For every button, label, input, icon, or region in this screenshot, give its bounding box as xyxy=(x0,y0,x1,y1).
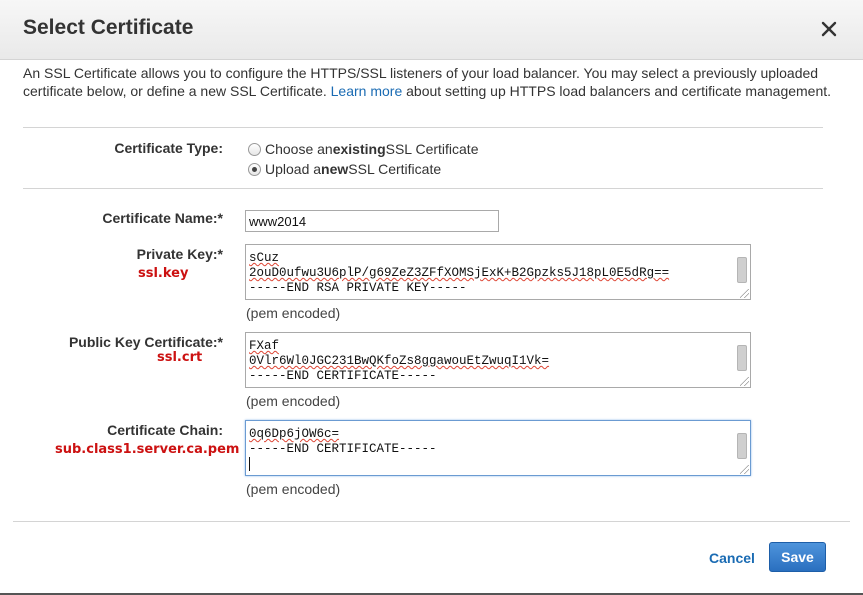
private-key-label: Private Key:* xyxy=(136,246,223,262)
certificate-chain-label: Certificate Chain: xyxy=(107,422,223,438)
public-key-certificate-note: ssl.crt xyxy=(157,350,203,365)
radio-new-bold: new xyxy=(321,161,349,177)
dialog-title: Select Certificate xyxy=(23,16,194,39)
public-key-certificate-label: Public Key Certificate:* xyxy=(68,334,223,350)
resize-handle-icon[interactable] xyxy=(740,289,749,298)
learn-more-link[interactable]: Learn more xyxy=(331,83,403,99)
resize-handle-icon[interactable] xyxy=(740,377,749,386)
text-line: 0q6Dp6jOW6c= xyxy=(249,427,340,441)
scrollbar-thumb[interactable] xyxy=(737,345,747,371)
text-line: FXaf xyxy=(249,339,280,353)
certificate-name-label: Certificate Name:* xyxy=(102,210,223,226)
text-line: -----END CERTIFICATE----- xyxy=(249,369,437,383)
text-line: -----END RSA PRIVATE KEY----- xyxy=(249,281,467,295)
text-line: 0Vlr6Wl0JGC231BwQKfoZs8ggawouEtZwuqI1Vk= xyxy=(249,354,550,368)
divider xyxy=(23,127,823,128)
radio-existing-certificate[interactable]: Choose an existing SSL Certificate xyxy=(248,141,478,157)
public-key-certificate-textarea[interactable]: FXaf 0Vlr6Wl0JGC231BwQKfoZs8ggawouEtZwuq… xyxy=(245,332,751,388)
resize-handle-icon[interactable] xyxy=(740,465,749,474)
radio-existing-prefix: Choose an xyxy=(265,141,333,157)
dialog-header: Select Certificate xyxy=(0,0,863,60)
text-line: 2ouD0ufwu3U6plP/g69ZeZ3ZFfXOMSjExK+B2Gpz… xyxy=(249,266,670,280)
radio-new-suffix: SSL Certificate xyxy=(348,161,442,177)
radio-new-certificate[interactable]: Upload a new SSL Certificate xyxy=(248,161,441,177)
private-key-note: ssl.key xyxy=(138,266,189,281)
text-caret xyxy=(249,457,250,471)
radio-new-prefix: Upload a xyxy=(265,161,322,177)
certificate-chain-textarea[interactable]: 0q6Dp6jOW6c= -----END CERTIFICATE----- xyxy=(245,420,751,476)
private-key-textarea[interactable]: sCuz 2ouD0ufwu3U6plP/g69ZeZ3ZFfXOMSjExK+… xyxy=(245,244,751,300)
radio-existing[interactable] xyxy=(248,142,261,156)
divider xyxy=(23,188,823,189)
certificate-name-input[interactable] xyxy=(245,210,499,232)
scrollbar-thumb[interactable] xyxy=(737,433,747,459)
certificate-chain-note: sub.class1.server.ca.pem xyxy=(55,442,240,457)
private-key-hint: (pem encoded) xyxy=(246,305,341,321)
save-button[interactable]: Save xyxy=(769,542,826,572)
public-key-certificate-hint: (pem encoded) xyxy=(246,393,341,409)
text-line: -----END CERTIFICATE----- xyxy=(249,442,437,456)
scrollbar-thumb[interactable] xyxy=(737,257,747,283)
radio-existing-bold: existing xyxy=(332,141,386,157)
radio-existing-suffix: SSL Certificate xyxy=(385,141,479,157)
intro-text-end: about setting up HTTPS load balancers an… xyxy=(406,83,832,99)
cancel-button[interactable]: Cancel xyxy=(709,550,755,566)
text-line: sCuz xyxy=(249,251,280,265)
text-line xyxy=(249,457,747,472)
certificate-chain-hint: (pem encoded) xyxy=(246,481,341,497)
certificate-type-label: Certificate Type: xyxy=(114,140,223,156)
close-icon[interactable] xyxy=(818,18,840,40)
footer-divider xyxy=(13,521,850,522)
radio-new[interactable] xyxy=(248,162,261,176)
intro-text: An SSL Certificate allows you to configu… xyxy=(23,64,833,100)
